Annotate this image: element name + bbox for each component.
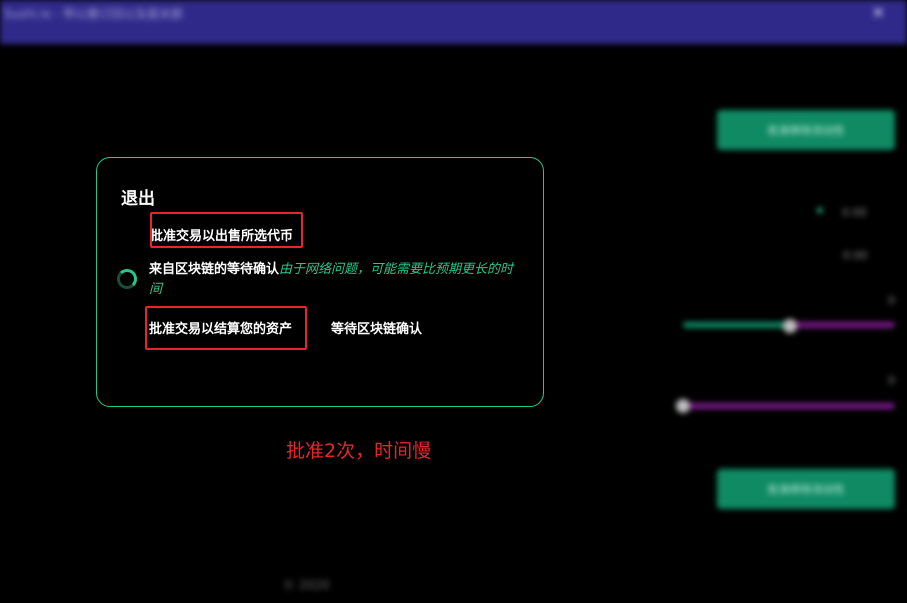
exit-progress-modal: 退出 批准交易以出售所选代币 来自区块链的等待确认由于网络问题，可能需要比预期更… <box>96 157 544 407</box>
modal-title: 退出 <box>121 189 155 209</box>
stat-value-1: 0.00 <box>842 206 867 219</box>
annotation-box-step1 <box>150 212 303 248</box>
annotation-note: 批准2次，时间慢 <box>286 440 432 462</box>
approve-button-top[interactable]: 批准移除流动性 <box>717 110 895 150</box>
slider-thumb-1[interactable] <box>783 319 797 333</box>
window-titlebar: Sushi.io - 带以撤订回以及报关额 ✕ <box>0 0 907 44</box>
close-icon[interactable]: ✕ <box>872 3 885 22</box>
leaf-icon: ◆ <box>816 205 824 216</box>
step-waiting-label: 来自区块链的等待确认 <box>149 262 280 277</box>
annotation-box-step3 <box>145 306 307 350</box>
step-settle-status: 等待区块链确认 <box>331 322 423 337</box>
footer-copyright: © 2020 <box>283 578 330 592</box>
amount-value-1: 0 <box>888 294 895 307</box>
step-waiting-confirmation: 来自区块链的等待确认由于网络问题，可能需要比预期更长的时间 <box>149 260 521 300</box>
slider-track-2[interactable] <box>676 403 895 409</box>
approve-button-bottom[interactable]: 批准移除流动性 <box>717 469 895 509</box>
stat-value-2: 0.00 <box>843 249 868 262</box>
amount-value-2: 0 <box>888 374 895 387</box>
loading-spinner-icon <box>117 269 137 289</box>
slider-thumb-2[interactable] <box>676 399 690 413</box>
window-title: Sushi.io - 带以撤订回以及报关额 <box>4 7 183 21</box>
